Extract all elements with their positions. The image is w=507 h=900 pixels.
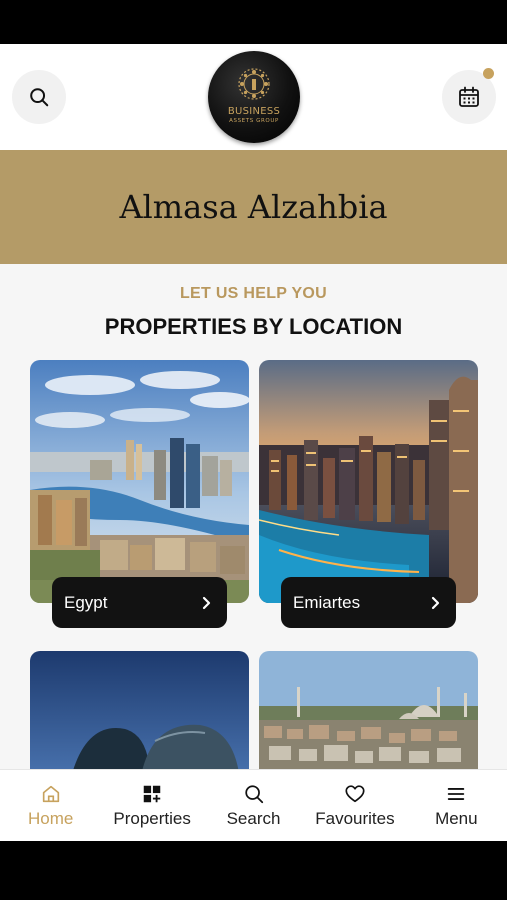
menu-icon xyxy=(448,788,465,800)
location-card-egypt[interactable] xyxy=(30,360,249,603)
search-icon xyxy=(30,88,49,107)
heart-icon xyxy=(345,785,365,803)
tab-label: Home xyxy=(28,809,74,828)
domes-city-image xyxy=(30,651,249,781)
logo-subtitle: ASSETS GROUP xyxy=(229,118,279,124)
system-nav-bar xyxy=(0,841,507,900)
egypt-city-image xyxy=(30,360,249,603)
chevron-right-icon xyxy=(431,596,440,609)
logo-name: BUSINESS xyxy=(227,106,281,117)
tab-properties[interactable]: Properties xyxy=(101,770,202,841)
tab-search[interactable]: Search xyxy=(203,770,304,841)
section-kicker: LET US HELP YOU xyxy=(179,285,328,302)
status-bar xyxy=(0,0,507,44)
bottom-tab-bar: Home Properties Search Favourites Menu xyxy=(0,769,507,841)
logo-emblem-icon xyxy=(238,68,270,100)
top-header: BUSINESS ASSETS GROUP xyxy=(0,44,507,150)
tab-menu[interactable]: Menu xyxy=(406,770,507,841)
home-icon xyxy=(42,785,59,803)
istanbul-city-image xyxy=(259,651,478,781)
calendar-button[interactable] xyxy=(442,68,496,124)
location-card-4[interactable] xyxy=(259,651,478,781)
tab-label: Properties xyxy=(113,809,191,828)
banner-title: Almasa Alzahbia xyxy=(119,188,388,226)
tab-label: Favourites xyxy=(315,809,395,828)
notification-dot xyxy=(483,68,494,79)
location-label-emirates[interactable]: Emiartes xyxy=(281,577,456,628)
calendar-icon xyxy=(459,86,479,107)
location-name: Emiartes xyxy=(293,592,361,612)
tab-favourites[interactable]: Favourites xyxy=(304,770,405,841)
app-screen: BUSINESS ASSETS GROUP Almasa Alzahbia LE… xyxy=(0,44,507,841)
location-name: Egypt xyxy=(64,592,108,612)
brand-banner: Almasa Alzahbia xyxy=(0,150,507,264)
tab-label: Search xyxy=(226,809,281,828)
section-title: PROPERTIES BY LOCATION xyxy=(104,314,403,339)
search-button[interactable] xyxy=(12,70,66,124)
chevron-right-icon xyxy=(202,596,211,609)
search-icon xyxy=(244,785,263,804)
location-card-emirates[interactable] xyxy=(259,360,478,603)
tab-label: Menu xyxy=(435,809,478,828)
emirates-city-image xyxy=(259,360,478,603)
tab-home[interactable]: Home xyxy=(0,770,101,841)
grid-icon xyxy=(143,785,161,803)
location-card-3[interactable] xyxy=(30,651,249,781)
business-assets-logo[interactable]: BUSINESS ASSETS GROUP xyxy=(208,51,300,143)
location-label-egypt[interactable]: Egypt xyxy=(52,577,227,628)
